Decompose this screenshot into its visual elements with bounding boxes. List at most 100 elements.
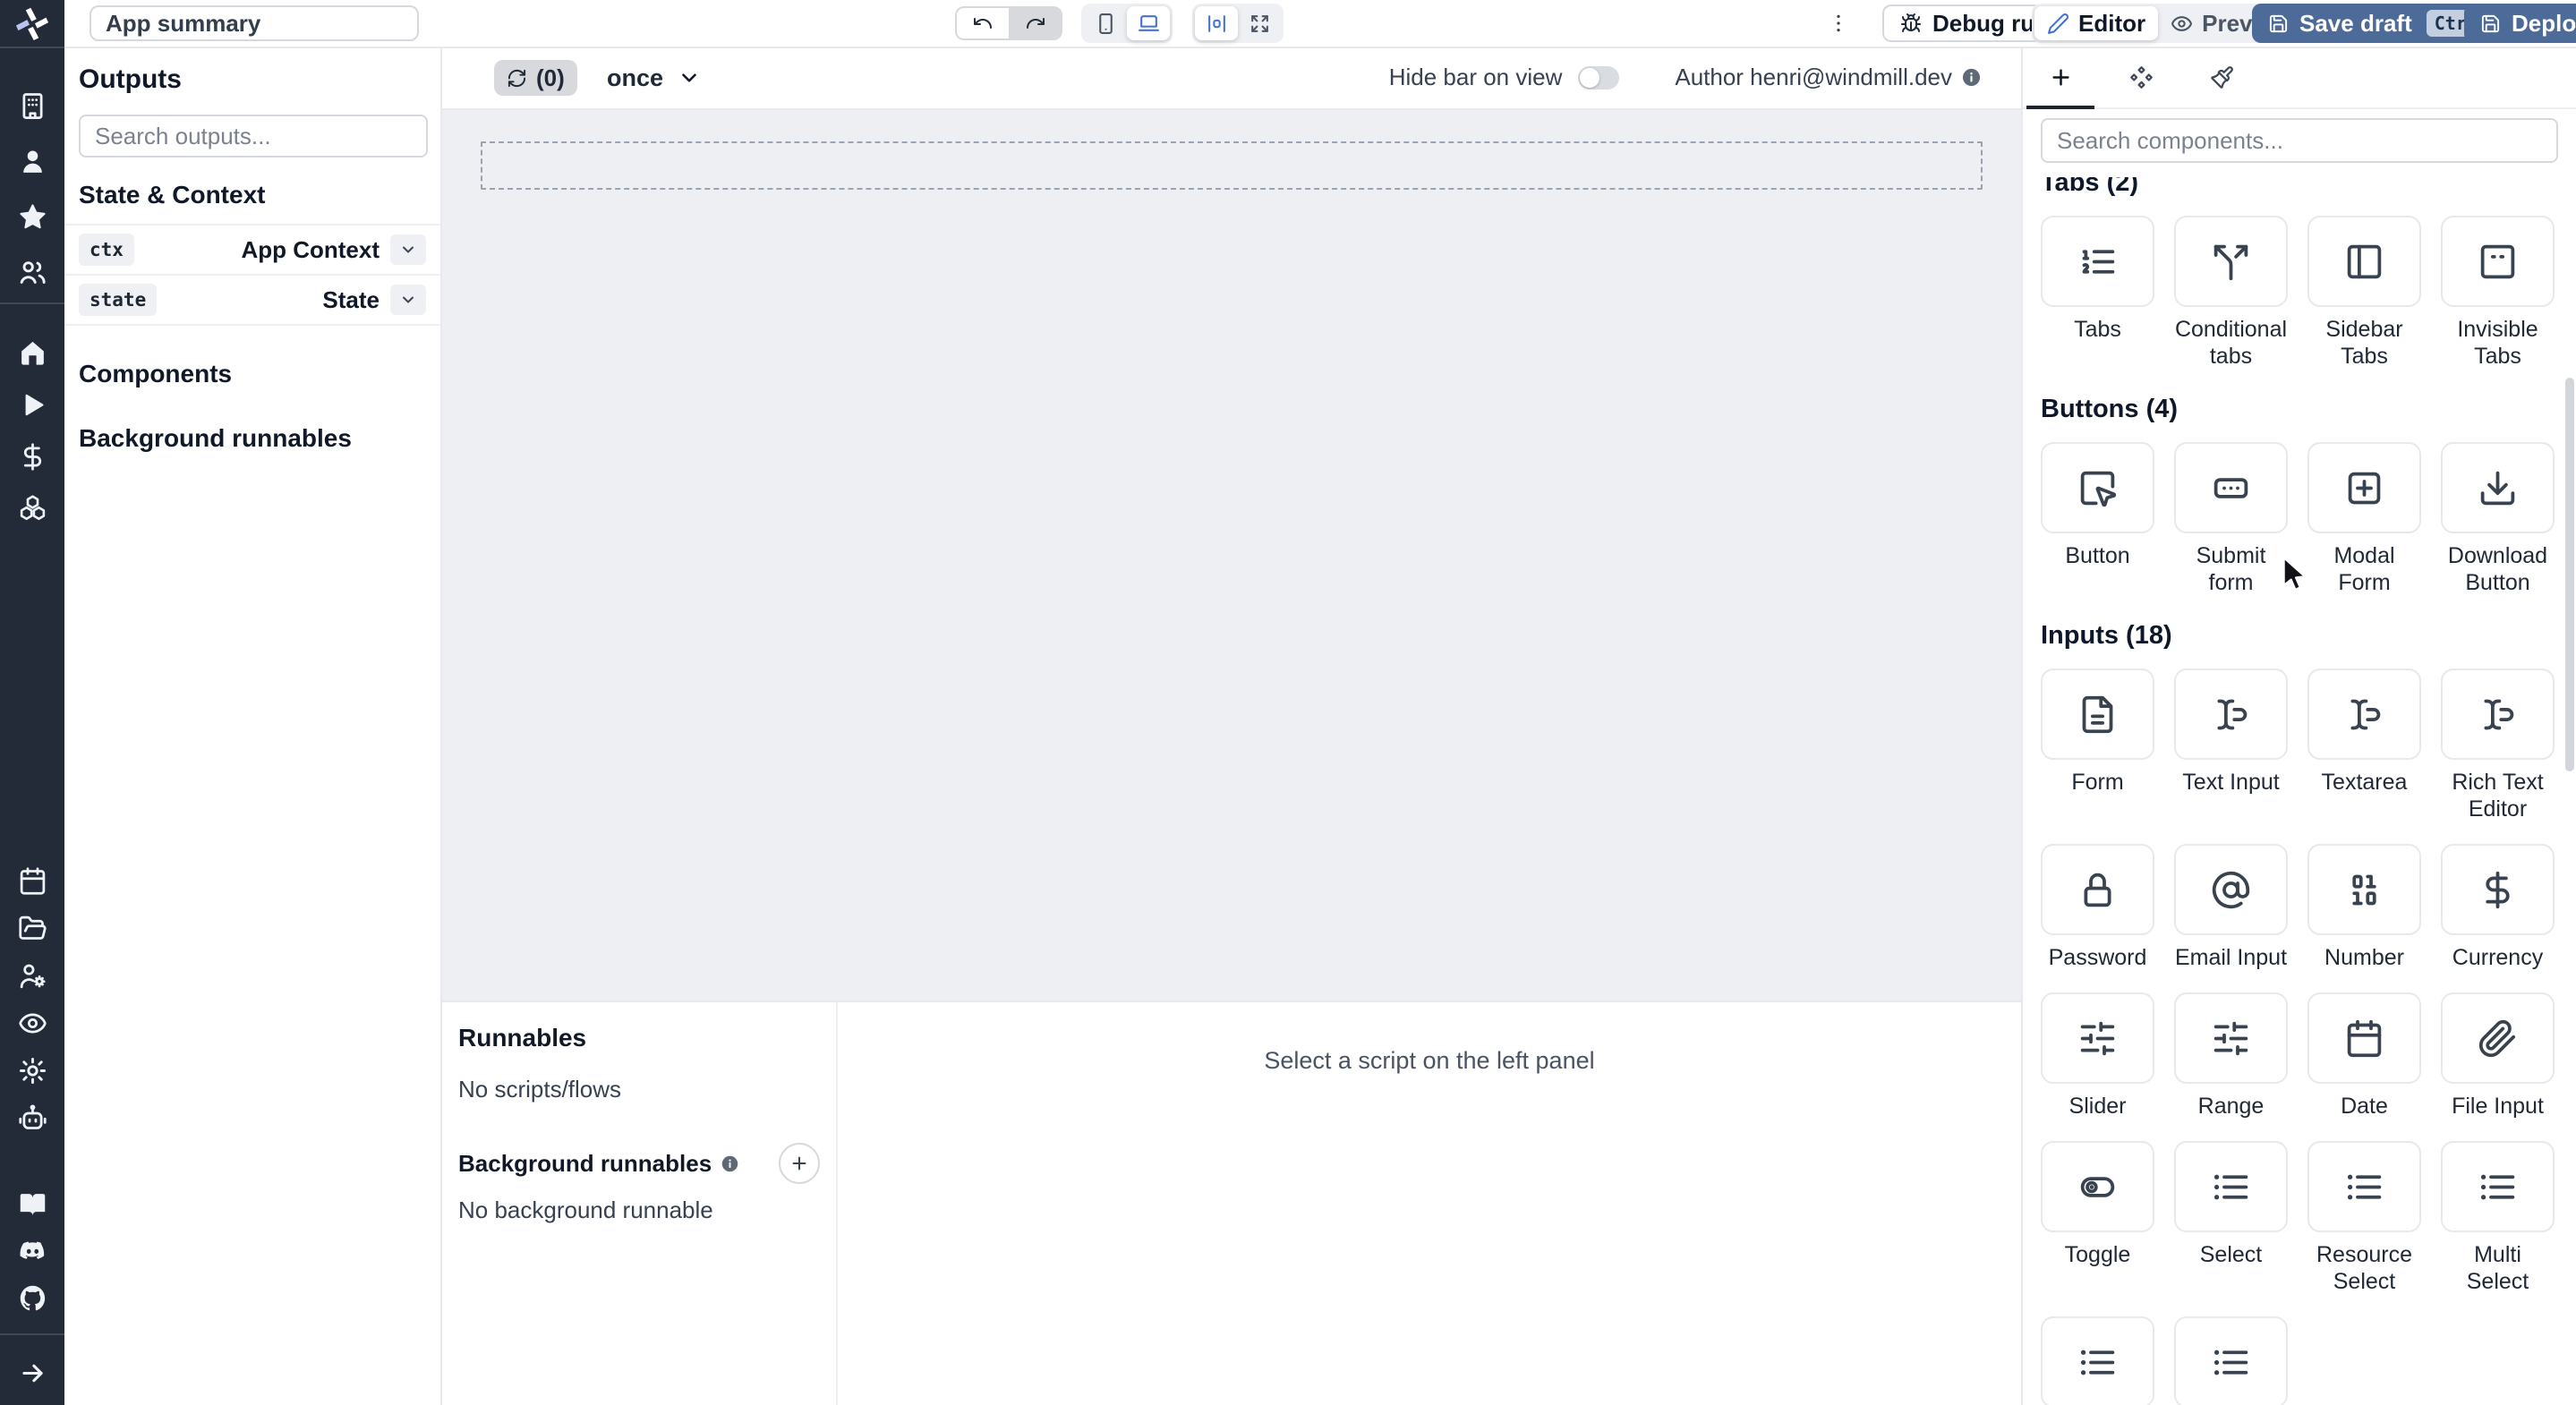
hide-bar-toggle[interactable] [1578, 65, 1620, 89]
rail-bot-button[interactable] [14, 1100, 50, 1136]
output-row-ctx[interactable]: ctx App Context [64, 224, 440, 274]
library-section-title: Buttons (4) [2041, 395, 2179, 423]
rail-settings-button[interactable] [14, 1052, 50, 1088]
undo-button[interactable] [957, 8, 1009, 38]
desktop-view-button[interactable] [1127, 6, 1170, 40]
component-card-password[interactable] [2041, 844, 2154, 935]
split-icon [2211, 242, 2251, 282]
canvas-toolbar: (0) once Hide bar on view Author henri@w… [442, 47, 2021, 110]
rail-discord-button[interactable] [14, 1233, 50, 1269]
components-section-title: Components [79, 360, 233, 387]
arrow-right-icon [18, 1358, 47, 1388]
outputs-title: Outputs [79, 64, 182, 94]
refresh-components-button[interactable]: (0) [494, 60, 577, 96]
component-card-multi-select[interactable] [2441, 1141, 2555, 1232]
refresh-count: (0) [536, 64, 565, 91]
tab-editor[interactable]: Editor [2034, 6, 2159, 40]
text-cursor-input-icon [2211, 694, 2251, 735]
component-card-toggle[interactable] [2041, 1141, 2154, 1232]
component-card-currency[interactable] [2441, 844, 2555, 935]
rail-dollar-sign-button[interactable] [14, 439, 50, 474]
state-key-badge: state [79, 284, 158, 316]
tab-components-settings[interactable] [2127, 59, 2155, 95]
tab-styling[interactable] [2207, 59, 2236, 95]
component-card-date[interactable] [2307, 992, 2421, 1084]
center-layout-button[interactable] [1195, 6, 1238, 40]
plus-icon [789, 1154, 809, 1173]
component-card-invisible-tabs[interactable] [2441, 216, 2555, 307]
component-card-form[interactable] [2041, 668, 2154, 760]
redo-button[interactable] [1009, 8, 1061, 38]
rail-users-button[interactable] [14, 254, 50, 290]
output-row-state[interactable]: state State [64, 274, 440, 326]
rail-home-button[interactable] [14, 335, 50, 370]
info-icon[interactable] [1961, 67, 1982, 88]
component-label: Invisible Tabs [2457, 317, 2538, 369]
rail-users-cog-button[interactable] [14, 958, 50, 993]
users-cog-icon [18, 961, 47, 991]
star-icon [18, 202, 47, 232]
component-card-select-step[interactable] [2174, 1316, 2288, 1405]
app-summary-input[interactable] [90, 5, 419, 41]
app-canvas[interactable] [442, 110, 2021, 1001]
component-card-submit-form[interactable] [2174, 442, 2288, 533]
library-scrollbar[interactable] [2565, 378, 2574, 771]
component-card-text-input[interactable] [2174, 668, 2288, 760]
rail-boxes-button[interactable] [14, 490, 50, 526]
discord-icon [18, 1237, 47, 1266]
sliders-icon [2077, 1018, 2118, 1059]
eye-icon [18, 1009, 47, 1038]
layout-toggle-group [1192, 4, 1284, 43]
component-label: Password [2048, 945, 2147, 970]
rail-collapse-button[interactable] [14, 1355, 50, 1391]
bot-icon [18, 1103, 47, 1133]
component-card-slider[interactable] [2041, 992, 2154, 1084]
component-card-textarea[interactable] [2307, 668, 2421, 760]
toggle-left-icon [2077, 1167, 2118, 1207]
rail-folder-open-button[interactable] [14, 910, 50, 946]
add-background-runnable-button[interactable] [779, 1143, 820, 1184]
search-outputs-input[interactable] [79, 115, 428, 158]
canvas-dropzone[interactable] [481, 141, 1983, 190]
component-label: Date [2341, 1094, 2388, 1119]
rail-book-open-button[interactable] [14, 1187, 50, 1222]
fullscreen-button[interactable] [1238, 6, 1281, 40]
mobile-view-button[interactable] [1084, 6, 1127, 40]
component-card-select[interactable] [2174, 1141, 2288, 1232]
rail-user-button[interactable] [14, 143, 50, 179]
component-card-select-tab[interactable] [2041, 1316, 2154, 1405]
component-card-conditional-tabs[interactable] [2174, 216, 2288, 307]
undo-redo-group [955, 6, 1062, 40]
rail-calendar-button[interactable] [14, 863, 50, 898]
windmill-logo[interactable] [0, 0, 64, 47]
search-components-input[interactable] [2041, 118, 2558, 163]
rail-github-button[interactable] [14, 1280, 50, 1316]
state-expand-button[interactable] [390, 285, 426, 315]
component-card-tabs[interactable] [2041, 216, 2154, 307]
more-options-button[interactable] [1821, 4, 1856, 43]
rail-eye-button[interactable] [14, 1005, 50, 1041]
component-card-modal-form[interactable] [2307, 442, 2421, 533]
text-cursor-input-icon [2478, 694, 2518, 735]
component-card-resource-select[interactable] [2307, 1141, 2421, 1232]
deploy-button[interactable]: Deploy [2464, 4, 2576, 43]
component-card-range[interactable] [2174, 992, 2288, 1084]
component-card-sidebar-tabs[interactable] [2307, 216, 2421, 307]
component-card-rich-text-editor[interactable] [2441, 668, 2555, 760]
boxes-icon [18, 494, 47, 524]
play-icon [18, 390, 47, 420]
component-card-email-input[interactable] [2174, 844, 2288, 935]
component-card-file-input[interactable] [2441, 992, 2555, 1084]
rail-star-button[interactable] [14, 199, 50, 234]
component-card-number[interactable] [2307, 844, 2421, 935]
state-context-title: State & Context [79, 181, 266, 209]
refresh-schedule-select[interactable]: once [601, 60, 706, 96]
rail-play-button[interactable] [14, 387, 50, 422]
rail-building-button[interactable] [14, 88, 50, 123]
binary-icon [2344, 870, 2384, 910]
ctx-expand-button[interactable] [390, 234, 426, 265]
tab-insert-component[interactable] [2046, 59, 2075, 95]
component-card-download-button[interactable] [2441, 442, 2555, 533]
component-card-button[interactable] [2041, 442, 2154, 533]
info-icon[interactable] [721, 1154, 739, 1173]
